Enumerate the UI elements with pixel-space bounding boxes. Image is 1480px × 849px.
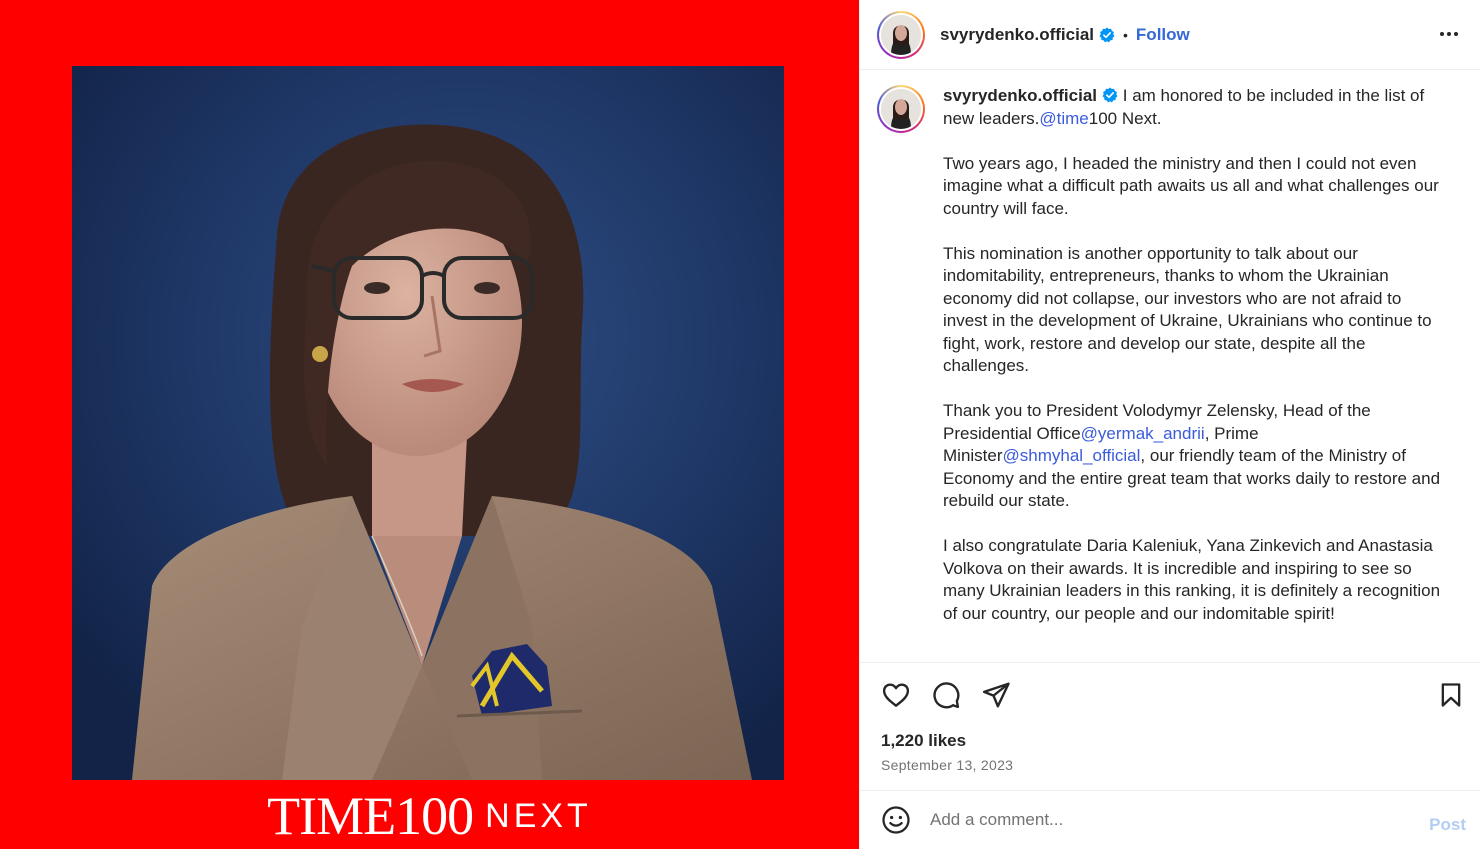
header-separator: •	[1123, 26, 1128, 43]
caption-intro-tail: 100 Next.	[1088, 108, 1162, 128]
verified-badge-icon	[1099, 27, 1115, 42]
post-side-panel: svyrydenko.official • Follow svyrydenko.…	[859, 0, 1480, 849]
portrait-illustration	[72, 66, 784, 780]
action-icon-row	[880, 679, 1012, 711]
heart-icon	[882, 683, 910, 707]
caption-username[interactable]: svyrydenko.official	[943, 86, 1097, 105]
likes-count[interactable]: 1,220 likes	[881, 731, 966, 751]
post-photo	[72, 66, 784, 780]
more-horizontal-icon	[1440, 32, 1458, 36]
post-actions: 1,220 likes September 13, 2023	[860, 662, 1480, 790]
caption-paragraph-3: This nomination is another opportunity t…	[943, 243, 1432, 376]
mention-time[interactable]: @time	[1039, 109, 1088, 128]
caption-area: svyrydenko.official I am honored to be i…	[860, 71, 1480, 661]
post-header: svyrydenko.official • Follow	[860, 0, 1480, 70]
mention-yermak-andrii[interactable]: @yermak_andrii	[1081, 424, 1205, 443]
caption-paragraph-2: Two years ago, I headed the ministry and…	[943, 153, 1439, 218]
comment-button[interactable]	[930, 679, 962, 711]
post-comment-button[interactable]: Post	[1429, 815, 1466, 835]
avatar-image	[881, 14, 921, 55]
caption-comment: svyrydenko.official I am honored to be i…	[877, 85, 1461, 625]
like-button[interactable]	[880, 679, 912, 711]
share-button[interactable]	[980, 679, 1012, 711]
logo-time100: TIME100	[267, 785, 474, 846]
avatar[interactable]	[877, 10, 925, 59]
post-media[interactable]: TIME100 NEXT	[0, 0, 859, 849]
caption-paragraph-4: Thank you to President Volodymyr Zelensk…	[943, 400, 1443, 513]
mention-shmyhal-official[interactable]: @shmyhal_official	[1003, 446, 1141, 465]
emoji-button[interactable]	[880, 804, 912, 836]
comment-icon	[933, 682, 960, 709]
share-icon	[982, 682, 1010, 708]
bookmark-icon	[1441, 683, 1461, 707]
header-username[interactable]: svyrydenko.official	[940, 25, 1094, 45]
save-button[interactable]	[1435, 679, 1467, 711]
follow-button[interactable]: Follow	[1136, 25, 1190, 45]
caption-avatar-image	[881, 89, 921, 129]
logo-next: NEXT	[485, 796, 592, 835]
emoji-icon	[882, 806, 910, 834]
caption-avatar[interactable]	[877, 85, 925, 133]
time100-next-logo: TIME100 NEXT	[0, 782, 859, 849]
caption-text: svyrydenko.official I am honored to be i…	[943, 85, 1443, 625]
more-options-button[interactable]	[1437, 22, 1461, 46]
post-date[interactable]: September 13, 2023	[881, 757, 1013, 773]
caption-paragraph-5: I also congratulate Daria Kaleniuk, Yana…	[943, 536, 1441, 623]
comment-bar: Post	[860, 790, 1480, 849]
comment-input[interactable]	[930, 810, 1400, 830]
caption-verified-badge-icon	[1102, 87, 1118, 103]
